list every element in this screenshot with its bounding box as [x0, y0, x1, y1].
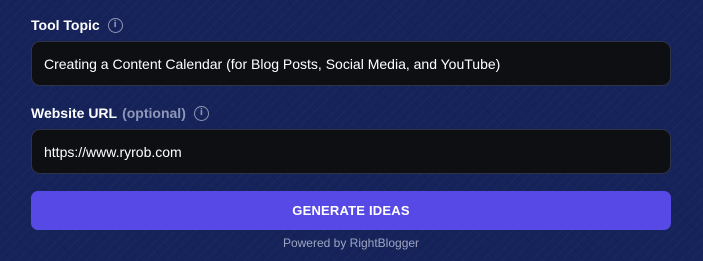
powered-by-text: Powered by RightBlogger	[282, 236, 420, 250]
info-icon[interactable]: i	[193, 105, 209, 121]
website-url-input[interactable]: https://www.ryrob.com	[31, 129, 671, 174]
website-url-label: Website URL	[31, 105, 118, 121]
website-url-value: https://www.ryrob.com	[44, 143, 182, 160]
tool-topic-input[interactable]: Creating a Content Calendar (for Blog Po…	[31, 41, 671, 86]
optional-hint: (optional)	[122, 105, 186, 121]
tool-topic-value: Creating a Content Calendar (for Blog Po…	[44, 55, 501, 72]
tool-topic-label-row: Tool Topic i	[31, 15, 123, 35]
generate-ideas-button[interactable]: GENERATE IDEAS	[31, 191, 671, 230]
tool-topic-label: Tool Topic	[31, 17, 100, 33]
info-icon[interactable]: i	[107, 17, 123, 33]
website-url-label-row: Website URL (optional) i	[31, 103, 209, 123]
